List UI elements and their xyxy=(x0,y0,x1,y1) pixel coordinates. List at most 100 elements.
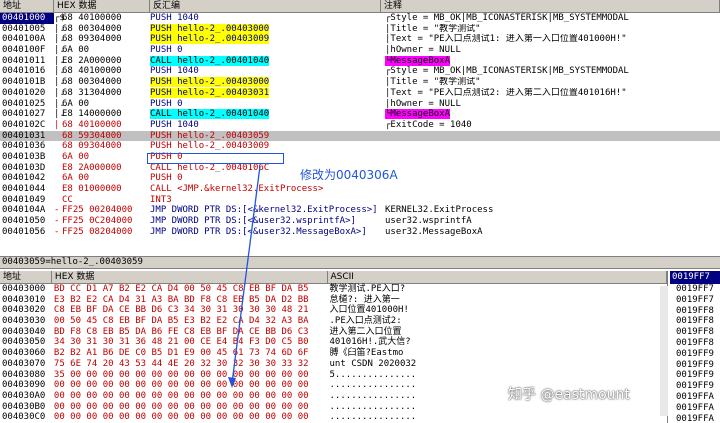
disasm-row[interactable]: 0040100A │. 68 09304000 PUSH hello-2_.00403… xyxy=(0,34,720,45)
disasm-comment: │Text = "PE入口点测试2: 进入第二入口位置401016H!" xyxy=(385,87,627,98)
disasm-instruction: PUSH 1040 xyxy=(150,119,199,130)
stack-row[interactable]: 0019FFA xyxy=(670,403,720,414)
disasm-row[interactable]: 00401056- FF25 08204000 JMP DWORD PTR DS:[… xyxy=(0,227,720,238)
disasm-row[interactable]: 00401044 E8 01000000 CALL <JMP.&kernel32.E… xyxy=(0,184,720,195)
stack-row[interactable]: 0019FFA xyxy=(670,414,720,423)
disasm-row[interactable]: 0040104A - FF25 00204000 JMP DWORD PTR DS:[… xyxy=(0,205,720,216)
stack-row[interactable]: 0019FF9 xyxy=(670,360,720,371)
disassembly-header: 地址 HEX 数据 反汇编 注释 xyxy=(0,0,720,13)
disasm-instruction: PUSH 0 xyxy=(150,173,183,184)
stack-row[interactable]: 0019FF7 xyxy=(670,295,720,306)
stack-row[interactable]: 0019FF9 xyxy=(670,370,720,381)
disasm-instruction-cell: PUSH 1040 xyxy=(150,120,381,131)
stack-row[interactable]: 0019FF8 xyxy=(670,316,720,327)
dump-row[interactable]: 00403060 B2 B2 A1 B6 DE C0 B5 D1 E9 00 45… xyxy=(0,348,667,359)
disasm-comment-cell: │Text = "PE入口点测试2: 进入第二入口位置401016H!" xyxy=(381,88,720,99)
disasm-row[interactable]: 00401027 │. E8 14000000 CALL hello-2_.00401… xyxy=(0,109,720,120)
disasm-row[interactable]: 0040103B 6A 00 PUSH 0 xyxy=(0,152,720,163)
disasm-instruction: JMP DWORD PTR DS:[<&user32.wsprintfA>] xyxy=(150,216,356,227)
stack-row[interactable]: 0019FF7 xyxy=(670,284,720,295)
dump-col-ascii-header[interactable]: ASCII xyxy=(328,271,667,283)
disasm-hex: 68 40100000 xyxy=(62,119,122,130)
disasm-instruction: INT3 xyxy=(150,194,172,205)
dump-row[interactable]: 00403020 C8 EB BF DA CE BB D6 C3 34 30 31… xyxy=(0,305,667,316)
dump-address: 00403070 xyxy=(2,358,46,369)
disasm-address: 0040101B xyxy=(2,77,46,88)
col-hex-header[interactable]: HEX 数据 xyxy=(54,0,150,12)
disasm-address: 00401011 xyxy=(2,55,46,66)
disasm-comment-cell: ┌Style = MB_OK|MB_ICONASTERISK|MB_SYSTEM… xyxy=(381,66,720,77)
disassembly-pane[interactable]: 地址 HEX 数据 反汇编 注释 00401000 ┌$ 68 40100000 PU… xyxy=(0,0,720,257)
dump-row[interactable]: 00403000 BD CC D1 A7 B2 E2 CA D4 00 50 45… xyxy=(0,284,667,295)
debugger-window: 地址 HEX 数据 反汇编 注释 00401000 ┌$ 68 40100000 PU… xyxy=(0,0,720,423)
disasm-instruction: PUSH hello-2_.00403059 xyxy=(150,130,270,141)
stack-row[interactable]: 0019FF9 xyxy=(670,349,720,360)
disasm-instruction-cell: PUSH hello-2_.00403059 xyxy=(150,131,381,142)
disasm-instruction: PUSH hello-2_.00403009 xyxy=(150,34,270,45)
dump-ascii: 教学测试.PE入口? xyxy=(329,284,406,294)
disasm-row[interactable]: 00401000 ┌$ 68 40100000 PUSH 1040 ┌Style = M… xyxy=(0,13,720,24)
stack-row[interactable]: 0019FF8 xyxy=(670,306,720,317)
disasm-comment-cell: └MessageBoxA xyxy=(381,55,720,67)
disasm-row[interactable]: 00401016 │. 68 40100000 PUSH 1040 ┌Style = M… xyxy=(0,66,720,77)
disasm-hex: 6A 00 xyxy=(62,45,90,56)
disasm-comment: ┌Style = MB_OK|MB_ICONASTERISK|MB_SYSTEM… xyxy=(385,13,629,23)
dump-address: 004030A0 xyxy=(2,390,46,401)
disasm-row[interactable]: 00401050- FF25 0C204000 JMP DWORD PTR DS:[… xyxy=(0,216,720,227)
dump-hex: E3 B2 E2 CA D4 31 A3 BA BD F8 C8 EB B5 D… xyxy=(53,294,309,305)
stack-row[interactable]: 0019FFA xyxy=(670,392,720,403)
disasm-hex: E8 2A000000 xyxy=(62,162,122,173)
edit-highlight-box xyxy=(147,153,284,164)
dump-row[interactable]: 00403040 BD F8 C8 EB B5 DA B6 FE C8 EB BF… xyxy=(0,327,667,338)
disasm-comment: ┌Style = MB_OK|MB_ICONASTERISK|MB_SYSTEM… xyxy=(385,66,629,77)
disasm-address: 00401027 xyxy=(2,109,46,120)
stack-row[interactable]: 0019FF8 xyxy=(670,327,720,338)
disasm-row[interactable]: 0040102C │ 68 40100000 PUSH 1040 ┌ExitCode =… xyxy=(0,120,720,131)
disasm-mark: - xyxy=(54,216,60,227)
disasm-hex: 68 40100000 xyxy=(62,66,122,77)
stack-row[interactable]: 0019FF8 xyxy=(670,338,720,349)
disasm-row[interactable]: 00401020 │. 68 31304000 PUSH hello-2_.00403… xyxy=(0,87,720,99)
dump-row[interactable]: 00403080 35 00 00 00 00 00 00 00 00 00 00… xyxy=(0,370,667,381)
disasm-row[interactable]: 00401011 │. E8 2A000000 CALL hello-2_.00401… xyxy=(0,55,720,67)
disasm-address: 0040104A xyxy=(2,205,46,216)
dump-row[interactable]: 004030C0 00 00 00 00 00 00 00 00 00 00 00… xyxy=(0,412,667,423)
disasm-row[interactable]: 0040100F │. 6A 00 PUSH 0 │hOwner = NULL xyxy=(0,45,720,56)
dump-hex: 34 30 31 30 31 36 48 21 00 CE E4 B4 F3 D… xyxy=(53,337,309,348)
dump-col-address-header[interactable]: 地址 xyxy=(0,271,52,283)
disasm-comment-cell xyxy=(381,195,720,206)
col-comment-header[interactable]: 注释 xyxy=(381,0,720,12)
disasm-row[interactable]: 00401031 68 59304000 PUSH hello-2_.0040305… xyxy=(0,130,720,142)
disasm-instruction-cell: PUSH 0 xyxy=(150,45,381,56)
disasm-address: 00401005 xyxy=(2,23,46,34)
disasm-row[interactable]: 0040101B │. 68 00304000 PUSH hello-2_.00403… xyxy=(0,77,720,88)
dump-row[interactable]: 00403070 75 6E 74 20 43 53 44 4E 20 32 30… xyxy=(0,359,667,370)
disasm-address: 0040103D xyxy=(2,162,46,173)
disasm-mark xyxy=(54,173,62,184)
dump-scrollbar[interactable] xyxy=(660,286,668,416)
dump-address: 00403000 xyxy=(2,284,46,294)
disasm-address: 00401056 xyxy=(2,226,46,237)
disasm-row[interactable]: 00401025 │. 6A 00 PUSH 0 │hOwner = NULL xyxy=(0,99,720,110)
stack-row[interactable]: 0019FF9 xyxy=(670,381,720,392)
disasm-instruction: CALL <JMP.&kernel32.ExitProcess> xyxy=(150,184,324,194)
disasm-row[interactable]: 00401049 CC INT3 xyxy=(0,195,720,206)
disasm-address: 00401000 xyxy=(0,13,54,24)
disasm-comment-cell xyxy=(381,141,720,152)
disasm-row[interactable]: 00401036 68 09304000 PUSH hello-2_.0040300… xyxy=(0,141,720,152)
disasm-hex: E8 14000000 xyxy=(62,109,122,120)
dump-row[interactable]: 00403050 34 30 31 30 31 36 48 21 00 CE E4… xyxy=(0,337,667,348)
dump-row[interactable]: 00403030 00 50 45 C8 EB BF DA B5 E3 B2 E2… xyxy=(0,316,667,327)
disasm-instruction: PUSH 0 xyxy=(150,98,183,109)
disasm-comment: │Title = "教学测试" xyxy=(385,77,481,88)
disasm-row[interactable]: 00401005 │. 68 00304000 PUSH hello-2_.00403… xyxy=(0,23,720,35)
col-disasm-header[interactable]: 反汇编 xyxy=(150,0,381,12)
stack-pane[interactable]: 0019FF7 0019FF7 0019FF7 0019FF8 0019FF8 0019… xyxy=(670,271,720,423)
col-address-header[interactable]: 地址 xyxy=(0,0,54,12)
disassembly-rows: 00401000 ┌$ 68 40100000 PUSH 1040 ┌Style = M… xyxy=(0,13,720,237)
disasm-comment-cell xyxy=(381,173,720,184)
disasm-address: 00401025 xyxy=(2,98,46,109)
dump-row[interactable]: 00403010 E3 B2 E2 CA D4 31 A3 BA BD F8 C8… xyxy=(0,295,667,306)
dump-col-hex-header[interactable]: HEX 数据 xyxy=(52,271,328,283)
dump-address: 00403090 xyxy=(2,380,46,391)
